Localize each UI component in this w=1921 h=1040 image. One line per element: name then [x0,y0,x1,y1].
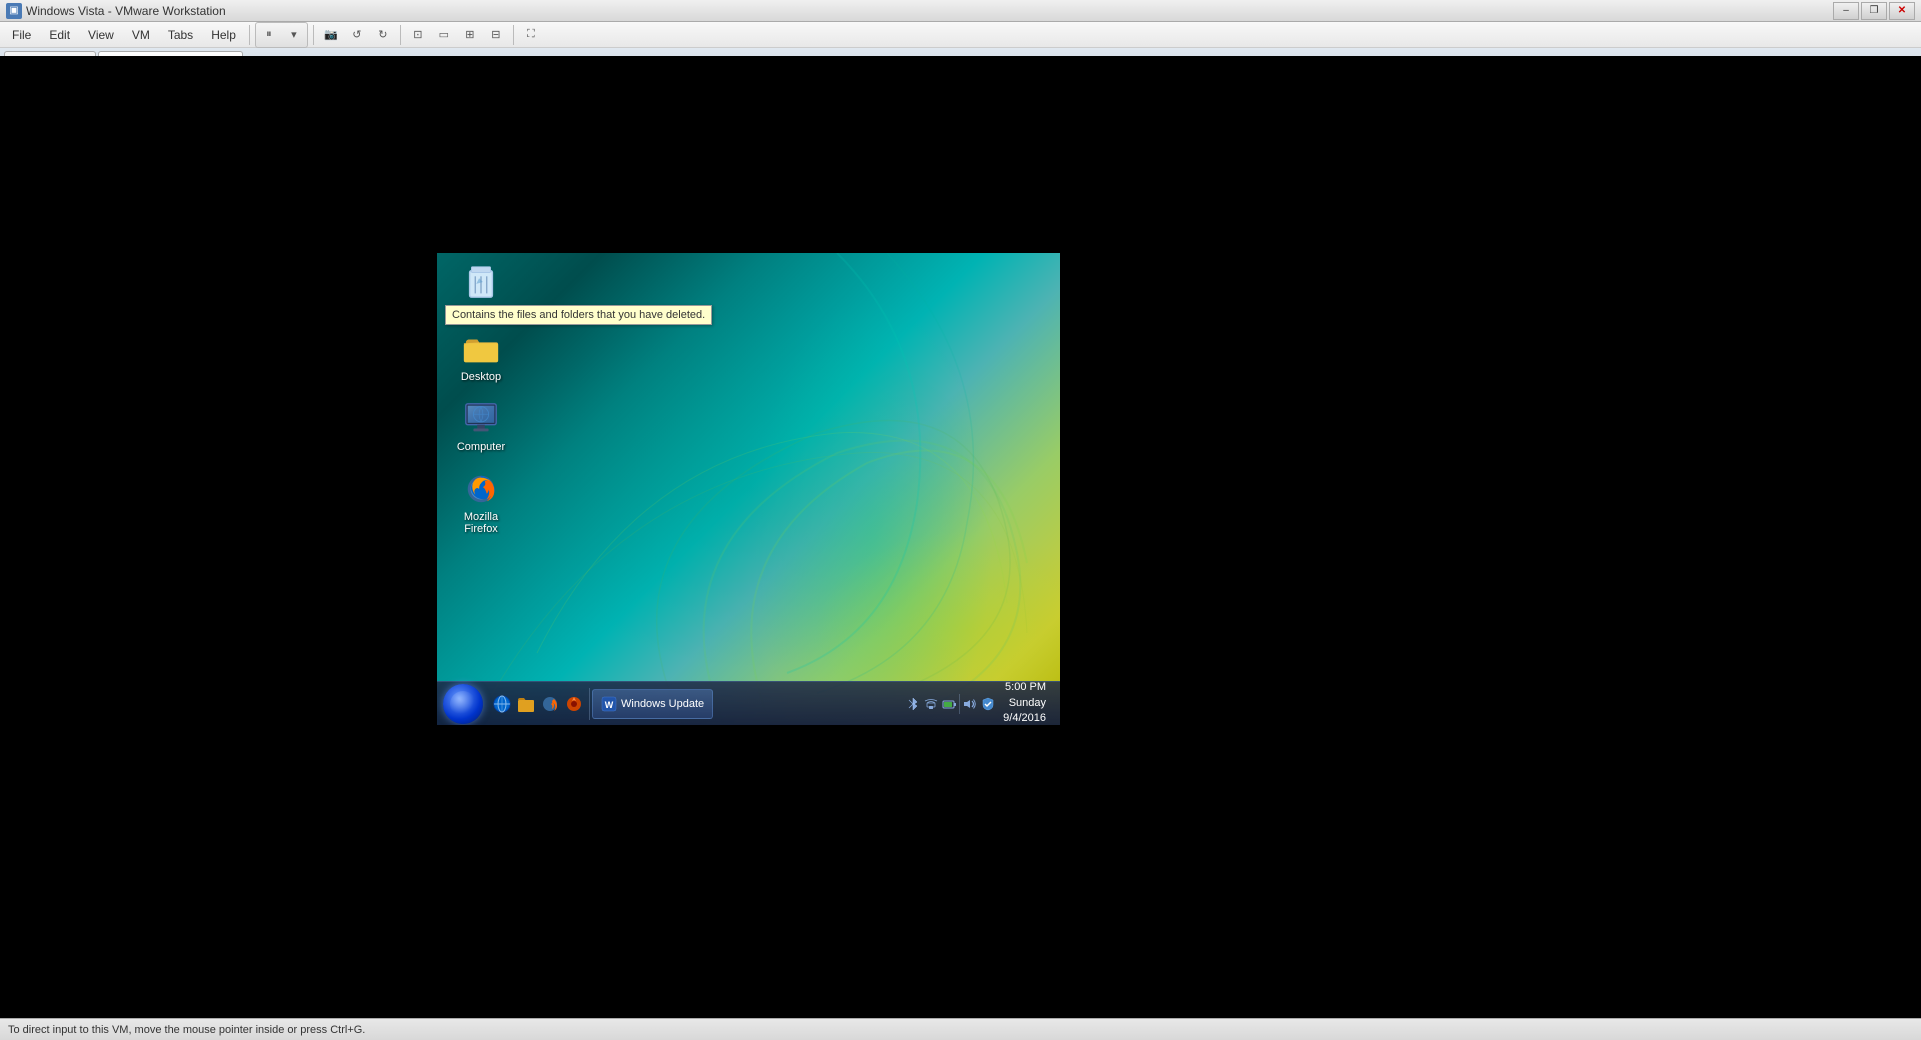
close-button[interactable]: ✕ [1889,2,1915,20]
recycle-bin-icon [461,262,501,302]
vista-desktop[interactable]: Recycle Bin Contains the files and folde… [437,253,1060,725]
tray-time: 5:00 PM [1005,680,1046,695]
quick-launch [487,688,590,720]
toolbar-snapshot-btn[interactable]: 📷 [319,24,343,46]
start-orb-inner [450,691,476,717]
tray-security-icon[interactable] [980,696,996,712]
menu-edit[interactable]: Edit [41,25,78,45]
tray-bluetooth-icon[interactable] [905,696,921,712]
toolbar-back-btn[interactable]: ↺ [345,24,369,46]
toolbar-separator-4 [513,25,514,45]
quick-launch-firefox[interactable] [539,693,561,715]
statusbar: To direct input to this VM, move the mou… [0,1018,1921,1040]
menu-view[interactable]: View [80,25,122,45]
quick-launch-ie[interactable] [491,693,513,715]
app-icon: ▣ [6,3,22,19]
desktop-folder-label: Desktop [461,371,501,383]
tray-network-icon[interactable] [923,696,939,712]
start-orb [443,684,483,724]
menu-help[interactable]: Help [203,25,244,45]
computer-icon [461,399,501,439]
vm-display[interactable]: Recycle Bin Contains the files and folde… [437,253,1060,725]
tray-power-icon[interactable] [941,696,957,712]
toolbar-view1-btn[interactable]: ⊡ [406,24,430,46]
quick-launch-folder[interactable] [515,693,537,715]
firefox-label: Mozilla Firefox [449,511,513,535]
menubar: File Edit View VM Tabs Help ⏸ ▾ 📷 ↺ ↻ ⊡ … [0,22,1921,48]
titlebar: ▣ Windows Vista - VMware Workstation – ❐… [0,0,1921,22]
menu-tabs[interactable]: Tabs [160,25,201,45]
windows-update-taskbar-btn[interactable]: W Windows Update [592,689,713,719]
toolbar-fullscreen-btn[interactable]: ⛶ [519,24,543,46]
tray-clock[interactable]: 5:00 PM Sunday 9/4/2016 [999,680,1050,725]
vm-content-area: Recycle Bin Contains the files and folde… [0,56,1921,1018]
quick-launch-media[interactable] [563,693,585,715]
minimize-button[interactable]: – [1833,2,1859,20]
toolbar-separator-3 [400,25,401,45]
tray-date: 9/4/2016 [1003,711,1046,725]
window-controls: – ❐ ✕ [1833,2,1915,20]
start-button[interactable] [441,682,485,726]
restore-button[interactable]: ❐ [1861,2,1887,20]
tray-day: Sunday [1009,696,1046,711]
firefox-icon [461,469,501,509]
system-tray: 5:00 PM Sunday 9/4/2016 [899,680,1056,725]
toolbar-group-power: ⏸ ▾ [255,22,308,48]
computer-desktop-icon[interactable]: Computer [445,395,517,457]
windows-update-label: Windows Update [621,698,704,710]
desktop-folder-icon[interactable]: Desktop [445,325,517,387]
tray-icons [905,694,996,714]
toolbar-dropdown-btn[interactable]: ▾ [282,24,306,46]
toolbar-pause-btn[interactable]: ⏸ [257,24,281,46]
window-title: Windows Vista - VMware Workstation [26,4,1833,18]
menu-file[interactable]: File [4,25,39,45]
toolbar-view2-btn[interactable]: ▭ [432,24,456,46]
vista-taskbar: W Windows Update [437,681,1060,725]
toolbar-view4-btn[interactable]: ⊟ [484,24,508,46]
firefox-desktop-icon[interactable]: Mozilla Firefox [445,465,517,539]
menu-vm[interactable]: VM [124,25,158,45]
toolbar-view3-btn[interactable]: ⊞ [458,24,482,46]
toolbar-separator-2 [313,25,314,45]
tray-separator [959,694,960,714]
windows-update-icon: W [601,696,617,712]
toolbar-separator-1 [249,25,250,45]
statusbar-text: To direct input to this VM, move the mou… [8,1024,365,1036]
toolbar-forward-btn[interactable]: ↻ [371,24,395,46]
svg-text:W: W [605,700,614,710]
recycle-bin-tooltip: Contains the files and folders that you … [445,305,712,325]
computer-label: Computer [457,441,505,453]
folder-icon [461,329,501,369]
tray-volume-icon[interactable] [962,696,978,712]
